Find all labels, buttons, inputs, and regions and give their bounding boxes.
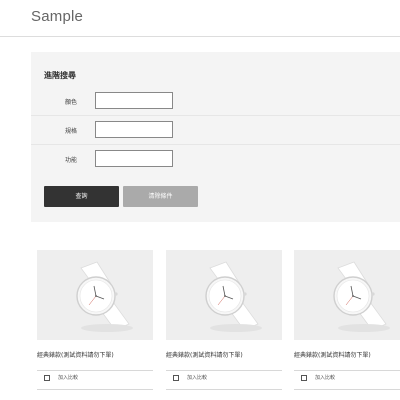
compare-label: 加入比較 [58,375,79,381]
product-card[interactable]: 經典錶款(測試資料請勿下單) 加入比較 [37,250,153,390]
spec-input[interactable] [95,121,173,138]
search-title: 進階搜尋 [44,71,76,80]
product-name[interactable]: 經典錶款(測試資料請勿下單) [166,350,243,359]
compare-label: 加入比較 [315,375,336,381]
compare-checkbox[interactable] [173,374,179,381]
field-row-color: 顏色 [31,87,400,116]
divider [166,370,282,371]
product-image[interactable] [166,250,282,340]
product-name[interactable]: 經典錶款(測試資料請勿下單) [37,350,114,359]
advanced-search-panel: 進階搜尋 顏色 規格 功能 查詢 清除條件 [31,52,400,222]
header: Sample [0,0,400,37]
watch-icon [205,261,262,332]
divider [37,370,153,371]
compare-label: 加入比較 [187,375,208,381]
product-image[interactable] [37,250,153,340]
product-image[interactable] [294,250,400,340]
watch-icon [76,261,133,332]
function-label: 功能 [65,157,78,164]
color-label: 顏色 [65,99,78,106]
spec-label: 規格 [65,128,78,135]
clear-conditions-button[interactable]: 清除條件 [123,186,198,207]
watch-icon [333,261,390,332]
divider [294,389,400,390]
query-button[interactable]: 查詢 [44,186,119,207]
product-name[interactable]: 經典錶款(測試資料請勿下單) [294,350,371,359]
product-card[interactable]: 經典錶款(測試資料請勿下單) 加入比較 [294,250,400,390]
divider [166,389,282,390]
compare-checkbox[interactable] [301,374,307,381]
field-row-spec: 規格 [31,116,400,145]
add-to-compare[interactable]: 加入比較 [173,374,207,381]
add-to-compare[interactable]: 加入比較 [44,374,78,381]
site-title[interactable]: Sample [31,8,83,25]
field-row-function: 功能 [31,145,400,174]
add-to-compare[interactable]: 加入比較 [301,374,335,381]
divider [37,389,153,390]
color-input[interactable] [95,92,173,109]
compare-checkbox[interactable] [44,374,50,381]
product-card[interactable]: 經典錶款(測試資料請勿下單) 加入比較 [166,250,282,390]
function-input[interactable] [95,150,173,167]
divider [294,370,400,371]
